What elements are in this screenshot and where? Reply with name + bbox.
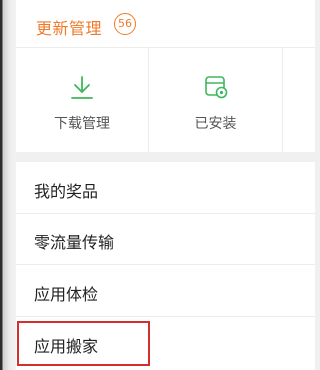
menu-list: 我的奖品 零流量传输 应用体检 应用搬家: [16, 162, 315, 370]
tools-row: 下载管理 已安装: [16, 48, 315, 152]
menu-item-label: 我的奖品: [34, 182, 99, 201]
update-management-row[interactable]: 更新管理 56: [16, 0, 315, 48]
device-edge: [0, 0, 16, 370]
download-manager-label: 下载管理: [54, 116, 110, 132]
menu-item-app-checkup[interactable]: 应用体检: [16, 265, 315, 317]
download-icon: [71, 76, 93, 99]
menu-item-label: 应用体检: [34, 285, 99, 304]
menu-item-zero-data-transfer[interactable]: 零流量传输: [16, 213, 315, 265]
app-screen: 更新管理 56 下载管理 已安装 我的奖品 零流量传输 应用体检 应用搬家: [0, 0, 315, 370]
installed-apps-label: 已安装: [194, 116, 237, 132]
menu-item-label: 应用搬家: [34, 337, 99, 356]
update-management-title: 更新管理: [36, 19, 103, 38]
menu-item-label: 零流量传输: [34, 233, 115, 252]
installed-apps-button[interactable]: 已安装: [149, 48, 283, 152]
download-manager-button[interactable]: 下载管理: [16, 48, 149, 152]
installed-icon: [204, 76, 227, 99]
update-count-badge: 56: [114, 13, 136, 35]
menu-item-my-prizes[interactable]: 我的奖品: [16, 162, 315, 214]
menu-item-app-move[interactable]: 应用搬家: [16, 317, 315, 369]
section-divider: [16, 152, 315, 162]
